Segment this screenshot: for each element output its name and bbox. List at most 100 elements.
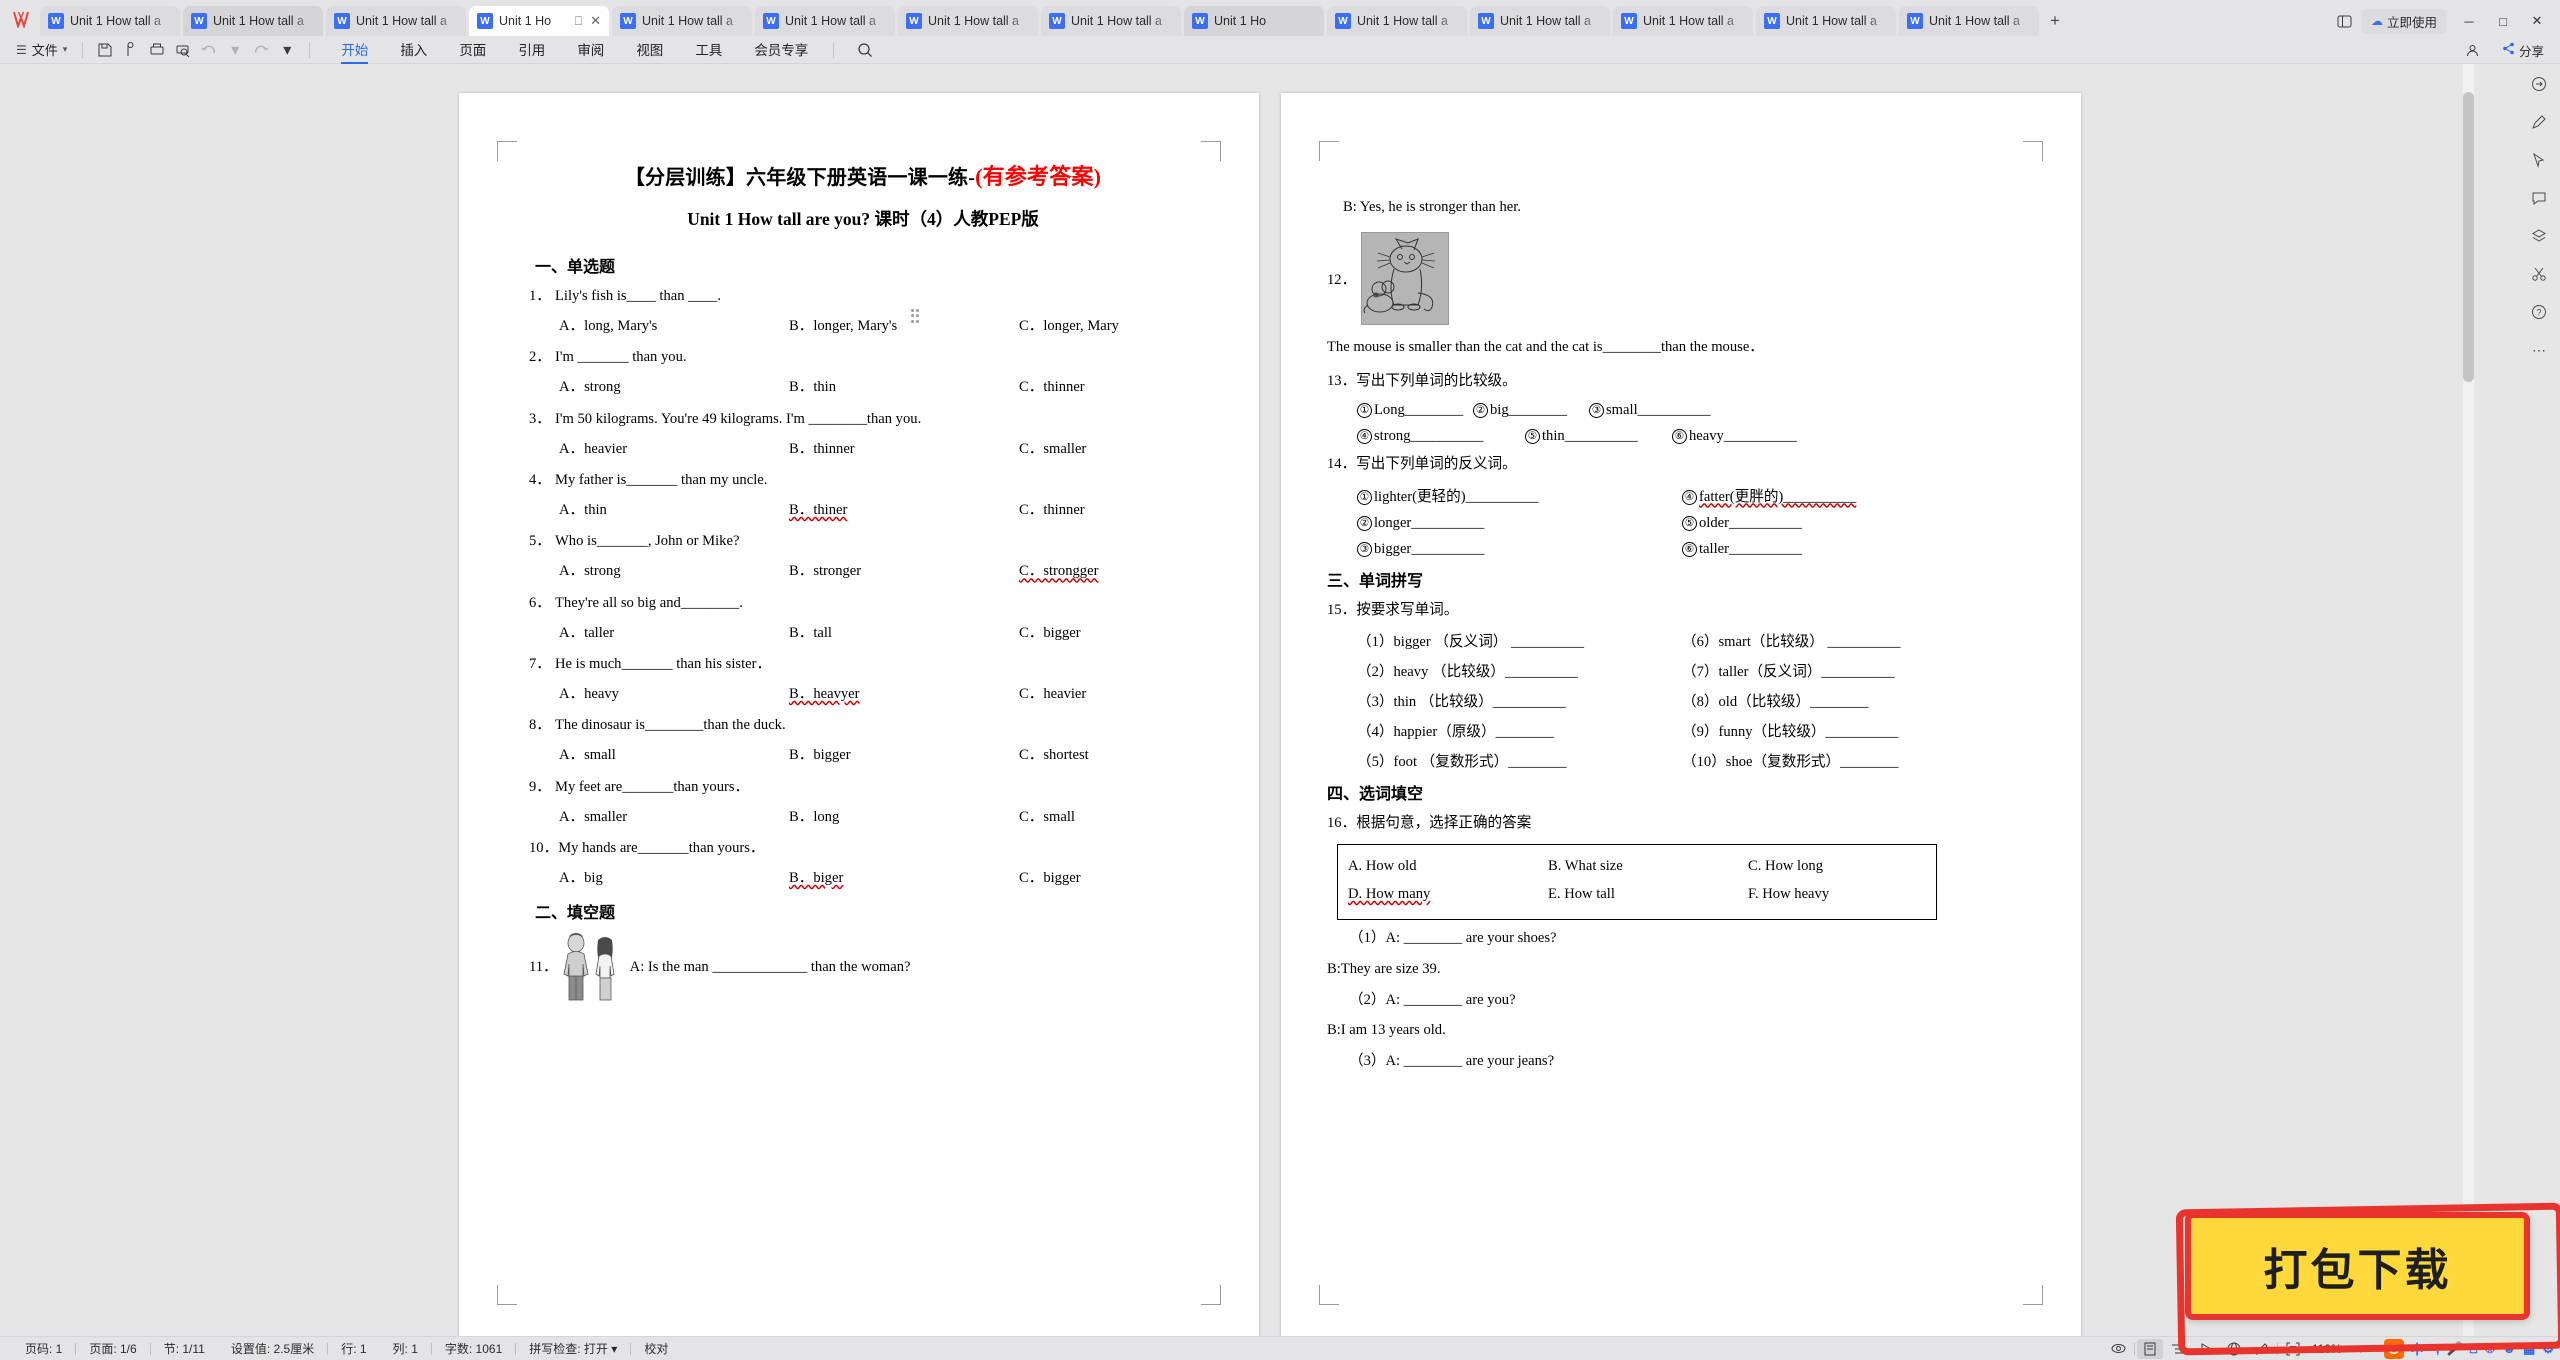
status-row[interactable]: 行: 1 bbox=[328, 1340, 379, 1357]
more-icon[interactable]: ⋯ bbox=[2526, 338, 2552, 362]
document-tab-6[interactable]: W Unit 1 How tall a bbox=[755, 6, 895, 36]
cloud-save-icon[interactable] bbox=[118, 39, 144, 61]
q14-row-3: ③ bigger__________ ⑥ taller__________ bbox=[1357, 541, 2039, 558]
ribbon-tab-page[interactable]: 页面 bbox=[443, 36, 502, 63]
document-tab-12[interactable]: W Unit 1 How tall a bbox=[1613, 6, 1753, 36]
help-icon[interactable]: ? bbox=[2526, 300, 2552, 324]
ribbon-tab-home[interactable]: 开始 bbox=[325, 36, 384, 64]
q14-item-5: ⑤ older__________ bbox=[1682, 515, 1982, 532]
question-12-text: The mouse is smaller than the cat and th… bbox=[1327, 338, 1764, 355]
pages-scroll-area[interactable]: 【分层训练】六年级下册英语一课一练-(有参考答案) Unit 1 How tal… bbox=[22, 64, 2518, 1336]
ribbon-tab-reference[interactable]: 引用 bbox=[502, 36, 561, 63]
file-menu-button[interactable]: ☰ 文件 ▾ bbox=[10, 40, 73, 59]
word-doc-icon: W bbox=[334, 13, 350, 29]
q15-item-6: （6）smart（比较级） __________ bbox=[1682, 634, 1901, 651]
cloud-activate-button[interactable]: ☁ 立即使用 bbox=[2361, 8, 2446, 34]
q15-item-10: （10）shoe（复数形式）________ bbox=[1682, 754, 1899, 771]
ribbon-tab-insert[interactable]: 插入 bbox=[384, 36, 443, 63]
document-tab-14[interactable]: W Unit 1 How tall a bbox=[1899, 6, 2039, 36]
document-tab-7[interactable]: W Unit 1 How tall a bbox=[898, 6, 1038, 36]
close-icon[interactable]: ✕ bbox=[590, 13, 601, 29]
word-bank-row-2: D. How many E. How tall F. How heavy bbox=[1348, 881, 1926, 909]
option-b: B．long bbox=[789, 808, 840, 825]
ribbon-tab-member[interactable]: 会员专享 bbox=[738, 36, 824, 63]
circled-number: ⑥ bbox=[1672, 428, 1687, 444]
undo-dropdown-icon[interactable]: ▾ bbox=[222, 39, 248, 61]
document-tab-1[interactable]: W Unit 1 How tall a bbox=[40, 6, 180, 36]
option-a: A．smaller bbox=[559, 808, 628, 825]
download-stamp[interactable]: 打包下载 bbox=[2185, 1212, 2530, 1320]
q-num: 9． bbox=[529, 778, 551, 795]
ribbon-tab-view[interactable]: 视图 bbox=[620, 36, 679, 63]
document-tab-10[interactable]: W Unit 1 How tall a bbox=[1327, 6, 1467, 36]
share-arrow-icon[interactable] bbox=[2526, 72, 2552, 96]
vertical-scrollbar-thumb[interactable] bbox=[2463, 92, 2474, 382]
item-text: older__________ bbox=[1699, 514, 1802, 531]
option-b: B．heavyer bbox=[789, 686, 860, 703]
q13-row-1: ① Long________ ② big________ ③ small_______… bbox=[1357, 402, 2039, 419]
status-page-number[interactable]: 页码: 1 bbox=[12, 1340, 75, 1357]
collaborate-icon[interactable] bbox=[2460, 39, 2486, 61]
item-text: strong__________ bbox=[1374, 427, 1484, 444]
status-column[interactable]: 列: 1 bbox=[380, 1340, 431, 1357]
divider bbox=[82, 41, 84, 58]
status-spellcheck[interactable]: 拼写检查: 打开 ▾ bbox=[516, 1340, 630, 1357]
document-tab-11[interactable]: W Unit 1 How tall a bbox=[1470, 6, 1610, 36]
document-tab-2[interactable]: W Unit 1 How tall a bbox=[183, 6, 323, 36]
document-tab-3[interactable]: W Unit 1 How tall a bbox=[326, 6, 466, 36]
cursor-icon[interactable] bbox=[2526, 148, 2552, 172]
window-layout-icon[interactable] bbox=[2330, 8, 2360, 34]
q14-item-2: ② longer__________ bbox=[1357, 515, 1682, 532]
share-label: 分享 bbox=[2518, 44, 2544, 59]
q-text: My hands are_______than yours． bbox=[558, 839, 765, 856]
document-tab-8[interactable]: W Unit 1 How tall a bbox=[1041, 6, 1181, 36]
circled-number: ① bbox=[1357, 402, 1372, 418]
page-title: 【分层训练】六年级下册英语一课一练-(有参考答案) bbox=[517, 159, 1209, 191]
question-3: 3． I'm 50 kilograms. You're 49 kilograms.… bbox=[529, 409, 1209, 430]
save-icon[interactable] bbox=[92, 39, 118, 61]
layers-icon[interactable] bbox=[2526, 224, 2552, 248]
document-tab-13[interactable]: W Unit 1 How tall a bbox=[1756, 6, 1896, 36]
circled-number: ④ bbox=[1357, 428, 1372, 444]
document-tab-5[interactable]: W Unit 1 How tall a bbox=[612, 6, 752, 36]
maximize-button[interactable]: □ bbox=[2486, 6, 2520, 36]
status-word-count[interactable]: 字数: 1061 bbox=[432, 1340, 515, 1357]
q13-row-2: ④ strong__________ ⑤ thin__________ ⑥ heavy… bbox=[1357, 428, 2039, 445]
q15-item-4: （4）happier（原级）________ bbox=[1357, 724, 1554, 741]
search-icon[interactable] bbox=[857, 42, 873, 58]
scissors-icon[interactable] bbox=[2526, 262, 2552, 286]
document-tab-9[interactable]: W Unit 1 Ho bbox=[1184, 6, 1324, 36]
eye-icon[interactable] bbox=[2106, 1339, 2132, 1359]
tab-label: Unit 1 How tall a bbox=[1643, 14, 1735, 28]
ribbon-tab-tools[interactable]: 工具 bbox=[679, 36, 738, 63]
q-num: 4． bbox=[529, 471, 551, 488]
new-tab-button[interactable]: + bbox=[2042, 6, 2068, 36]
status-section[interactable]: 节: 1/11 bbox=[151, 1340, 218, 1357]
document-tab-4-active[interactable]: W Unit 1 Ho ⎕ ✕ bbox=[469, 6, 609, 36]
cast-icon[interactable]: ⎕ bbox=[575, 14, 582, 29]
undo-icon[interactable] bbox=[196, 39, 222, 61]
status-setting-value[interactable]: 设置值: 2.5厘米 bbox=[218, 1340, 327, 1357]
share-button[interactable]: 分享 bbox=[2494, 39, 2552, 62]
q-text: 写出下列单词的反义词。 bbox=[1356, 455, 1517, 472]
q-text: Who is_______, John or Mike? bbox=[555, 533, 740, 550]
q16-item-2: （2）A: ________ are you? bbox=[1349, 991, 1516, 1008]
q13-item-3: ③ small__________ bbox=[1589, 402, 1749, 419]
close-window-button[interactable]: ✕ bbox=[2520, 6, 2554, 36]
print-preview-icon[interactable] bbox=[170, 39, 196, 61]
status-proofread[interactable]: 校对 bbox=[631, 1340, 681, 1357]
q14-item-6: ⑥ taller__________ bbox=[1682, 541, 1982, 558]
tab-label: Unit 1 How tall a bbox=[928, 14, 1020, 28]
comment-icon[interactable] bbox=[2526, 186, 2552, 210]
document-page-2[interactable]: B: Yes, he is stronger than her. 12． The… bbox=[1281, 93, 2081, 1336]
status-page-count[interactable]: 页面: 1/6 bbox=[76, 1340, 149, 1357]
hamburger-icon: ☰ bbox=[16, 42, 27, 57]
pen-icon[interactable] bbox=[2526, 110, 2552, 134]
page-view-icon[interactable] bbox=[2136, 1338, 2163, 1359]
ribbon-tab-review[interactable]: 审阅 bbox=[561, 36, 620, 63]
minimize-button[interactable]: ─ bbox=[2452, 6, 2486, 36]
document-page-1[interactable]: 【分层训练】六年级下册英语一课一练-(有参考答案) Unit 1 How tal… bbox=[459, 93, 1259, 1336]
print-icon[interactable] bbox=[144, 39, 170, 61]
more-dropdown-icon[interactable]: ▾ bbox=[274, 39, 300, 61]
redo-icon[interactable] bbox=[248, 39, 274, 61]
